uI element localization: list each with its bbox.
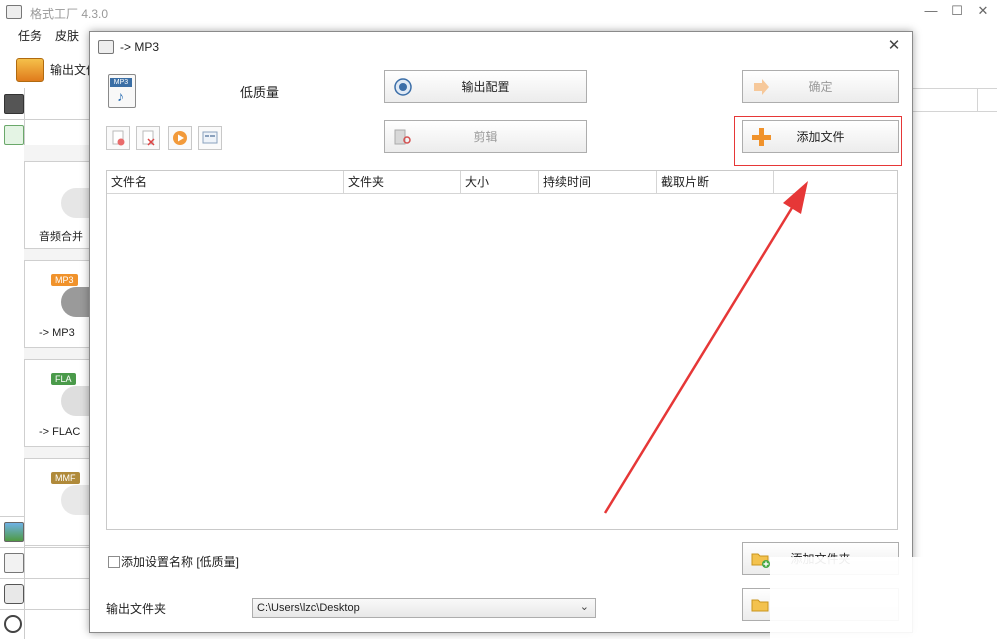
arrow-shaft <box>603 197 800 514</box>
red-arrow-annotation <box>603 181 808 514</box>
arrow-head <box>783 181 808 214</box>
